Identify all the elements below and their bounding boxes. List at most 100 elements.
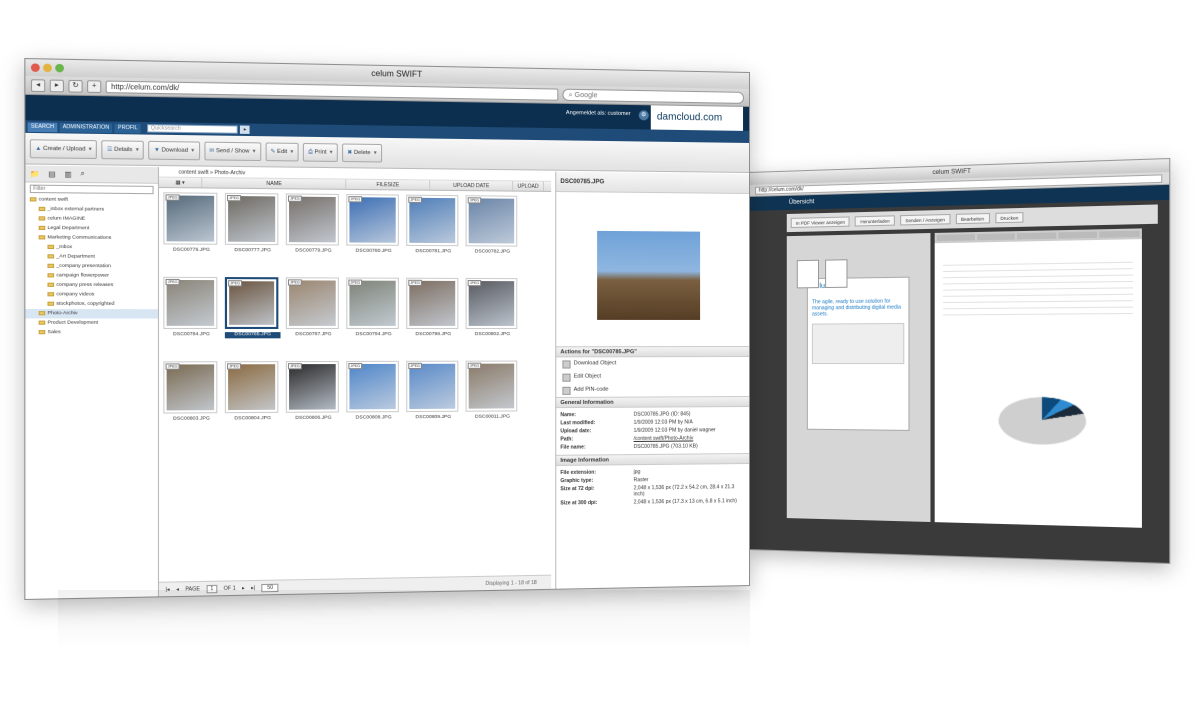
add-bookmark-icon[interactable]: +	[87, 79, 102, 93]
asset-thumbnail[interactable]: JPEG DSC00803.JPG	[163, 361, 219, 434]
thumbnail-image[interactable]: JPEG	[224, 192, 279, 246]
thumbnail-image[interactable]: JPEG	[163, 192, 218, 245]
thumbnail-image[interactable]: JPEG	[346, 360, 399, 413]
folder-icon	[47, 301, 55, 306]
minimize-window-icon[interactable]	[43, 63, 52, 73]
tab[interactable]	[1017, 232, 1056, 240]
tab[interactable]	[1058, 231, 1098, 239]
tab[interactable]	[1099, 230, 1140, 238]
asset-thumbnail[interactable]: JPEG DSC00808.JPG	[346, 360, 401, 433]
thumbnail-image[interactable]: JPEG	[465, 277, 518, 329]
add-pin-code-action[interactable]: Add PIN-code	[556, 383, 749, 397]
thumbnail-image[interactable]: JPEG	[285, 193, 339, 246]
asset-thumbnail[interactable]: JPEG DSC00809.JPG	[406, 360, 460, 433]
thumbnail-image[interactable]: JPEG	[406, 194, 459, 247]
asset-preview-image[interactable]	[597, 230, 701, 320]
thumbnail-image[interactable]: JPEG	[224, 277, 279, 329]
thumbnail-image[interactable]: JPEG	[465, 195, 518, 247]
collections-icon[interactable]: ▤	[48, 170, 55, 178]
tree-node[interactable]: Sales	[25, 328, 158, 337]
thumbnail-image[interactable]: JPEG	[346, 277, 399, 329]
nav-administration[interactable]: ADMINISTRATION	[59, 122, 113, 133]
download-object-action[interactable]: Download Object	[556, 357, 749, 371]
send-show-button[interactable]: ✉ Send / Show ▾	[203, 141, 261, 161]
edit-object-action[interactable]: Edit Object	[556, 370, 749, 384]
page-thumbnail[interactable]	[796, 259, 820, 289]
tree-node[interactable]: _company presentation	[25, 262, 158, 272]
quicksearch-input[interactable]: Quicksearch	[147, 124, 239, 134]
tree-node[interactable]: Photo-Archiv	[25, 308, 158, 319]
thumbnail-image[interactable]: JPEG	[163, 276, 218, 329]
tree-node[interactable]: stockphotos, copyrighted	[25, 299, 158, 309]
tab[interactable]	[936, 234, 975, 242]
search-icon[interactable]: ⌕	[80, 170, 84, 178]
asset-thumbnail[interactable]: JPEG DSC00780.JPG	[346, 194, 401, 266]
nav-search[interactable]: SEARCH	[27, 121, 58, 132]
thumbnail-image[interactable]: JPEG	[224, 361, 279, 414]
info-value[interactable]: /content swift/Photo-Archiv	[634, 435, 745, 442]
delete-button[interactable]: ✖ Delete ▾	[342, 142, 382, 163]
asset-thumbnail[interactable]: JPEG DSC00787.JPG	[285, 277, 341, 349]
tab[interactable]	[976, 233, 1015, 241]
chevron-down-icon: ▾	[373, 149, 377, 156]
asset-thumbnail[interactable]: JPEG DSC00804.JPG	[224, 361, 281, 434]
view-mode-toggle[interactable]: ▦ ▾	[159, 177, 203, 188]
basket-icon[interactable]: ▥	[64, 170, 71, 178]
tree-node[interactable]: company press releases	[25, 280, 158, 290]
reload-icon[interactable]: ↻	[68, 79, 83, 93]
page-thumbnail[interactable]	[825, 259, 848, 289]
tree-filter-input[interactable]: Filter	[29, 184, 154, 195]
asset-thumbnail[interactable]: JPEG DSC00777.JPG	[224, 192, 281, 266]
forward-arrow-icon[interactable]: ▸	[49, 79, 64, 92]
thumbnail-image[interactable]: JPEG	[406, 360, 459, 413]
download-button[interactable]: ▼ Download ▾	[148, 140, 200, 160]
asset-thumbnail[interactable]: JPEG DSC00776.JPG	[163, 192, 219, 265]
browser-search-field[interactable]: ⌕ Google	[562, 88, 745, 104]
asset-thumbnail[interactable]: JPEG DSC00794.JPG	[346, 277, 401, 349]
thumbnail-image[interactable]: JPEG	[285, 277, 339, 329]
add-pin-code-label: Add PIN-code	[573, 386, 609, 393]
thumbnail-image[interactable]: JPEG	[346, 194, 399, 246]
zoom-window-icon[interactable]	[55, 63, 64, 73]
breadcrumb-item[interactable]: content swift	[179, 169, 209, 176]
asset-thumbnail[interactable]: JPEG DSC00811.JPG	[465, 360, 520, 433]
thumbnail-image[interactable]: JPEG	[163, 361, 218, 414]
secondary-tool-download[interactable]: Herunterladen	[855, 215, 895, 227]
delete-icon: ✖	[347, 149, 353, 156]
close-window-icon[interactable]	[30, 63, 40, 72]
asset-thumbnail[interactable]: JPEG DSC00784.JPG	[163, 276, 219, 350]
asset-thumbnail[interactable]: JPEG DSC00782.JPG	[465, 195, 520, 267]
create-upload-button[interactable]: ▲ Create / Upload ▾	[29, 138, 98, 159]
column-upload[interactable]: UPLOAD	[513, 181, 544, 191]
quicksearch-button[interactable]: ▸	[240, 125, 250, 134]
tree-node[interactable]: Marketing Communications	[25, 233, 158, 243]
asset-thumbnail[interactable]: JPEG DSC00785.JPG	[224, 277, 281, 350]
user-settings-icon[interactable]: ⚙	[638, 110, 649, 121]
secondary-tool-pdf[interactable]: In PDF Viewer anzeigen	[790, 216, 851, 229]
tree-node[interactable]: campaign flowerpower	[25, 271, 158, 281]
thumbnail-image[interactable]: JPEG	[406, 277, 459, 329]
column-name[interactable]: NAME	[202, 178, 347, 189]
secondary-tool-edit[interactable]: Bearbeiten	[955, 212, 990, 225]
print-button[interactable]: ⎙ Print ▾	[302, 142, 338, 162]
breadcrumb-item[interactable]: Photo-Archiv	[214, 170, 245, 177]
column-filesize[interactable]: FILESIZE	[346, 179, 431, 190]
edit-button[interactable]: ✎ Edit ▾	[265, 141, 299, 161]
tree-node[interactable]: Product Development	[25, 318, 158, 327]
secondary-tool-print[interactable]: Drucken	[994, 212, 1024, 224]
photo	[349, 363, 396, 410]
details-button[interactable]: ☰ Details ▾	[101, 139, 145, 160]
asset-thumbnail[interactable]: JPEG DSC00806.JPG	[285, 360, 341, 434]
folder-icon[interactable]: 📁	[30, 169, 40, 177]
nav-profil[interactable]: PROFIL	[114, 123, 141, 133]
secondary-tool-send[interactable]: Senden / Anzeigen	[900, 213, 951, 226]
asset-thumbnail[interactable]: JPEG DSC00779.JPG	[285, 193, 341, 266]
thumbnail-image[interactable]: JPEG	[465, 360, 518, 412]
asset-thumbnail[interactable]: JPEG DSC00798.JPG	[406, 277, 460, 350]
column-upload-date[interactable]: UPLOAD DATE	[430, 180, 514, 191]
asset-thumbnail[interactable]: JPEG DSC00802.JPG	[465, 277, 520, 349]
back-arrow-icon[interactable]: ◂	[30, 78, 46, 92]
tree-node[interactable]: company videos	[25, 290, 158, 300]
asset-thumbnail[interactable]: JPEG DSC00781.JPG	[406, 194, 460, 267]
thumbnail-image[interactable]: JPEG	[285, 360, 339, 413]
